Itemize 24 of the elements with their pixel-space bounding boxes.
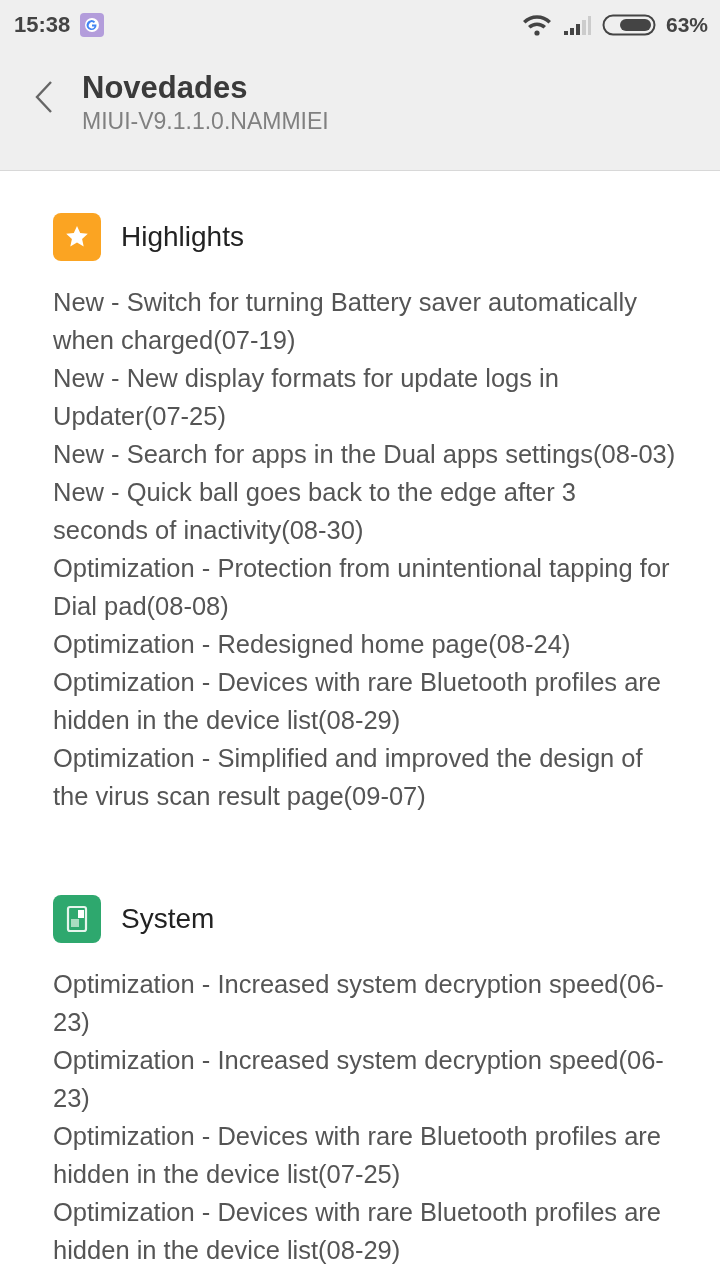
signal-icon [561, 14, 592, 36]
changelog-entry: New - New display formats for update logs in Updater(07-25) [53, 363, 560, 432]
changelog-entry: New - Switch for turning Battery saver automatically when charged(07-19) [53, 287, 638, 356]
battery-percentage: 63% [665, 13, 708, 37]
battery-icon [601, 14, 656, 36]
tablet-icon [53, 895, 101, 943]
wifi-icon [521, 14, 552, 36]
section-title: System [121, 903, 215, 935]
changelog-entry: Optimization - Increased system decryption speed(06-23) [53, 1045, 665, 1114]
changelog-entry: New - Quick ball goes back to the edge after 3 seconds of inactivity(08-30) [53, 477, 578, 546]
changelog-entry: Optimization - Devices with rare Bluetooth profiles are hidden in the device list(07-25) [53, 1121, 662, 1190]
changelog-entry: Optimization - Protection from unintentional tapping for Dial pad(08-08) [53, 553, 671, 622]
changelog-entry: Optimization - Devices with rare Bluetooth profiles are hidden in the device list(08-29) [53, 667, 662, 736]
page-title: Novedades [82, 70, 249, 106]
changelog-entry: Optimization - Redesigned home page(08-24) [53, 629, 572, 660]
section-title: Highlights [121, 221, 244, 253]
changelog-entry: Optimization - Simplified and improved the design of the virus scan result page(09-07) [53, 743, 644, 812]
changelog-entry: Optimization - Devices with rare Bluetooth profiles are hidden in the device list(08-29) [53, 1197, 662, 1266]
version-subtitle: MIUI-V9.1.1.0.NAMMIEI [82, 108, 329, 135]
changelog-entry: New - Search for apps in the Dual apps settings(08-03) [53, 439, 677, 470]
status-time: 15:38 [14, 12, 71, 38]
google-icon [80, 13, 105, 37]
changelog-entry: Optimization - Increased system decryption speed(06-23) [53, 969, 665, 1038]
back-icon [34, 80, 54, 114]
